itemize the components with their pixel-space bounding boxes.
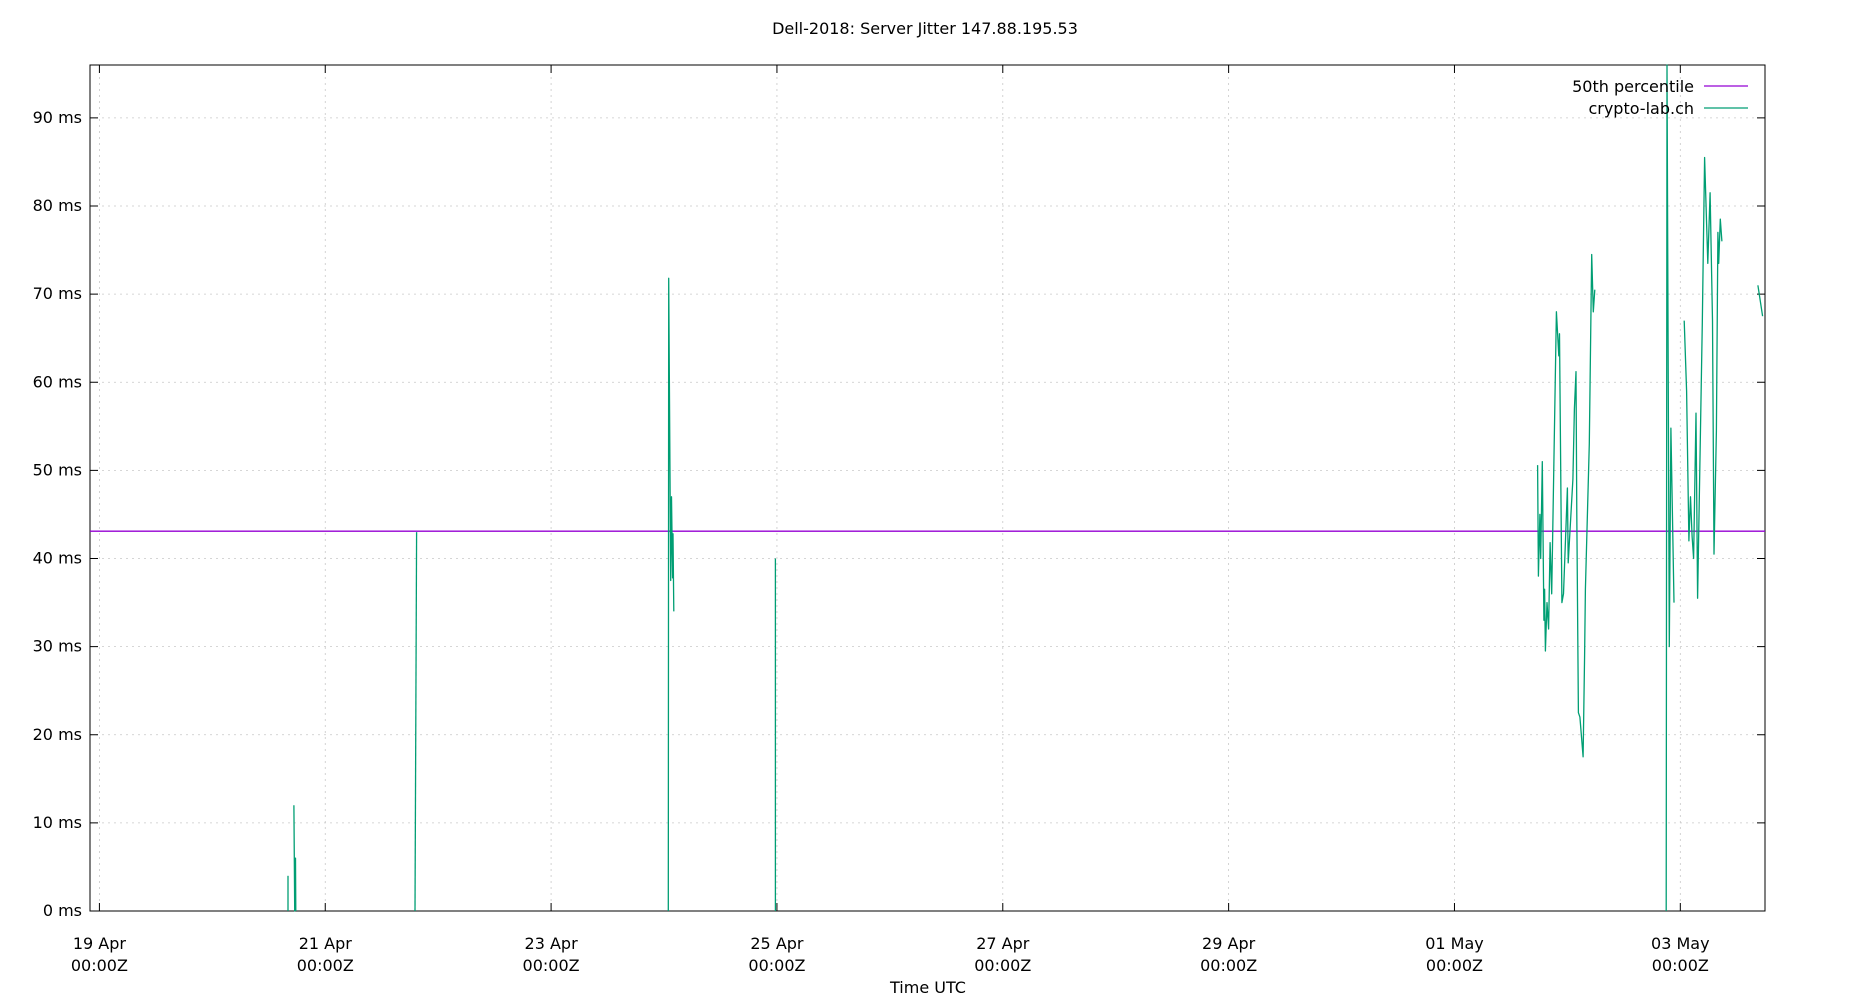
series-line-crypto-lab	[293, 805, 297, 912]
x-tick-label-date: 25 Apr	[750, 934, 804, 953]
y-tick-label: 20 ms	[33, 725, 82, 744]
x-tick-label-time: 00:00Z	[1200, 956, 1257, 975]
series-line-crypto-lab	[414, 532, 418, 912]
x-tick-label-time: 00:00Z	[297, 956, 354, 975]
x-tick-label-time: 00:00Z	[974, 956, 1031, 975]
series-line-crypto-lab	[1757, 285, 1764, 317]
x-tick-label-time: 00:00Z	[71, 956, 128, 975]
x-axis-label: Time UTC	[889, 978, 966, 997]
legend: 50th percentile crypto-lab.ch	[1572, 77, 1748, 118]
x-tick-label-date: 27 Apr	[976, 934, 1030, 953]
x-tick-label-date: 23 Apr	[525, 934, 579, 953]
y-tick-label: 0 ms	[43, 901, 82, 920]
y-tick-label: 50 ms	[33, 460, 82, 479]
series-line-crypto-lab	[1665, 64, 1675, 912]
y-tick-label: 60 ms	[33, 372, 82, 391]
grid-lines	[90, 65, 1765, 911]
x-tick-label-time: 00:00Z	[748, 956, 805, 975]
y-axis: 0 ms 10 ms 20 ms 30 ms 40 ms 50 ms 60 ms 70 ms 8…	[33, 108, 1765, 920]
y-tick-label: 70 ms	[33, 284, 82, 303]
x-tick-label-date: 19 Apr	[73, 934, 127, 953]
y-tick-label: 40 ms	[33, 549, 82, 568]
series-line-crypto-lab	[667, 277, 675, 912]
plot-area-border	[89, 64, 1766, 912]
x-tick-label-time: 00:00Z	[1652, 956, 1709, 975]
x-tick-label-time: 00:00Z	[1426, 956, 1483, 975]
series-line-crypto-lab	[1536, 253, 1596, 758]
y-tick-label: 10 ms	[33, 813, 82, 832]
series-line-crypto-lab	[1683, 156, 1723, 599]
jitter-chart: Dell-2018: Server Jitter 147.88.195.53 0…	[33, 19, 1766, 997]
series-lines	[90, 64, 1765, 912]
x-tick-label-date: 03 May	[1651, 934, 1710, 953]
x-tick-label-date: 21 Apr	[299, 934, 353, 953]
x-tick-label-date: 01 May	[1425, 934, 1484, 953]
x-tick-label-time: 00:00Z	[523, 956, 580, 975]
y-tick-label: 90 ms	[33, 108, 82, 127]
chart-title: Dell-2018: Server Jitter 147.88.195.53	[772, 19, 1078, 38]
x-axis: 19 Apr 00:00Z 21 Apr 00:00Z 23 Apr 00:00Z 25 A…	[71, 65, 1710, 975]
y-tick-label: 30 ms	[33, 637, 82, 656]
legend-label-percentile: 50th percentile	[1572, 77, 1694, 96]
legend-label-crypto-lab: crypto-lab.ch	[1588, 99, 1694, 118]
x-tick-label-date: 29 Apr	[1202, 934, 1256, 953]
y-tick-label: 80 ms	[33, 196, 82, 215]
